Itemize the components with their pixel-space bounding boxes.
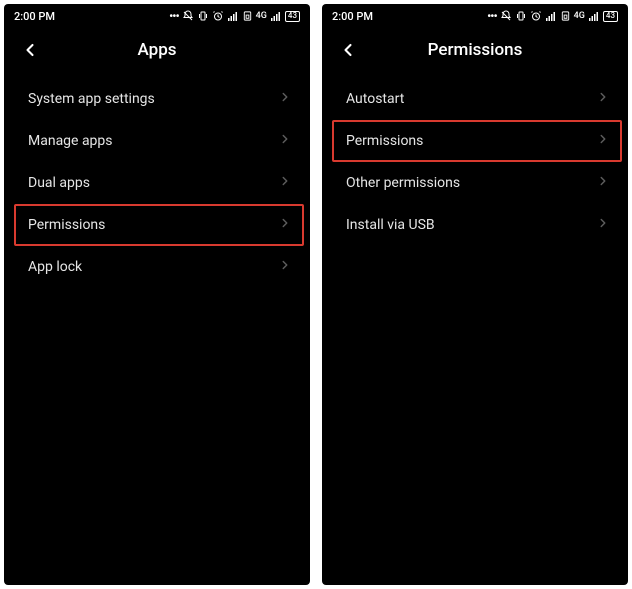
sim-icon xyxy=(560,10,571,22)
sim-icon xyxy=(242,10,253,22)
settings-list: Autostart Permissions Other permissions … xyxy=(322,72,628,585)
status-bar: 2:00 PM ••• 4G 43 xyxy=(4,4,310,28)
mute-icon xyxy=(500,10,512,22)
status-icons: ••• 4G 43 xyxy=(169,9,300,23)
status-icons: ••• 4G 43 xyxy=(487,9,618,23)
chevron-right-icon xyxy=(278,132,292,150)
signal-icon xyxy=(227,10,239,22)
status-bar: 2:00 PM ••• 4G 43 xyxy=(322,4,628,28)
chevron-right-icon xyxy=(278,216,292,234)
chevron-right-icon xyxy=(596,90,610,108)
back-button[interactable] xyxy=(18,38,42,62)
chevron-right-icon xyxy=(278,258,292,276)
list-item-app-lock[interactable]: App lock xyxy=(14,246,304,288)
phone-screen-apps: 2:00 PM ••• 4G 43 Apps System app settin… xyxy=(4,4,310,585)
mute-icon xyxy=(182,10,194,22)
settings-list: System app settings Manage apps Dual app… xyxy=(4,72,310,585)
vibrate-icon xyxy=(197,10,209,22)
chevron-right-icon xyxy=(596,132,610,150)
list-item-permissions[interactable]: Permissions xyxy=(14,204,304,246)
signal-icon-2 xyxy=(270,10,282,22)
list-item-label: Permissions xyxy=(346,133,423,149)
battery-icon: 43 xyxy=(285,11,300,22)
alarm-icon xyxy=(212,10,224,22)
network-label: 4G xyxy=(574,11,585,21)
status-time: 2:00 PM xyxy=(14,10,55,23)
list-item-label: Other permissions xyxy=(346,175,460,191)
chevron-left-icon xyxy=(338,40,358,60)
app-header: Apps xyxy=(4,28,310,72)
list-item-label: Autostart xyxy=(346,91,404,107)
list-item-label: Manage apps xyxy=(28,133,113,149)
alarm-icon xyxy=(530,10,542,22)
chevron-left-icon xyxy=(20,40,40,60)
app-header: Permissions xyxy=(322,28,628,72)
list-item-autostart[interactable]: Autostart xyxy=(332,78,622,120)
phone-screen-permissions: 2:00 PM ••• 4G 43 Permissions Autostart … xyxy=(322,4,628,585)
back-button[interactable] xyxy=(336,38,360,62)
list-item-label: App lock xyxy=(28,259,82,275)
page-title: Apps xyxy=(138,40,177,60)
list-item-label: Permissions xyxy=(28,217,105,233)
more-icon: ••• xyxy=(169,9,179,23)
chevron-right-icon xyxy=(596,174,610,192)
list-item-system-app-settings[interactable]: System app settings xyxy=(14,78,304,120)
list-item-label: System app settings xyxy=(28,91,155,107)
list-item-other-permissions[interactable]: Other permissions xyxy=(332,162,622,204)
network-label: 4G xyxy=(256,11,267,21)
list-item-label: Dual apps xyxy=(28,175,90,191)
more-icon: ••• xyxy=(487,9,497,23)
page-title: Permissions xyxy=(428,40,523,60)
chevron-right-icon xyxy=(278,174,292,192)
list-item-manage-apps[interactable]: Manage apps xyxy=(14,120,304,162)
list-item-label: Install via USB xyxy=(346,217,435,233)
vibrate-icon xyxy=(515,10,527,22)
chevron-right-icon xyxy=(278,90,292,108)
battery-icon: 43 xyxy=(603,11,618,22)
chevron-right-icon xyxy=(596,216,610,234)
status-time: 2:00 PM xyxy=(332,10,373,23)
list-item-permissions[interactable]: Permissions xyxy=(332,120,622,162)
signal-icon-2 xyxy=(588,10,600,22)
signal-icon xyxy=(545,10,557,22)
list-item-dual-apps[interactable]: Dual apps xyxy=(14,162,304,204)
list-item-install-via-usb[interactable]: Install via USB xyxy=(332,204,622,246)
